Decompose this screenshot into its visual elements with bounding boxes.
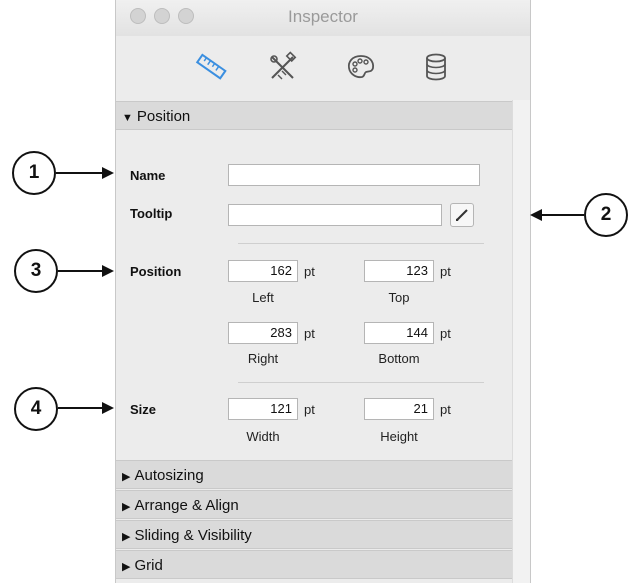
ruler-icon bbox=[195, 53, 227, 80]
divider bbox=[238, 382, 484, 383]
width-caption: Width bbox=[246, 429, 280, 444]
tooltip-label: Tooltip bbox=[130, 206, 173, 221]
disclosure-right-icon: ▶ bbox=[122, 531, 131, 543]
section-autosizing-header[interactable]: ▶ Autosizing bbox=[116, 460, 512, 489]
size-label: Size bbox=[130, 402, 157, 417]
section-position-label: Position bbox=[136, 108, 191, 125]
title-bar: Inspector bbox=[116, 0, 530, 36]
disclosure-right-icon: ▶ bbox=[122, 471, 131, 483]
section-arrange-label: Arrange & Align bbox=[134, 497, 239, 514]
tab-appearance-inspector[interactable] bbox=[344, 50, 378, 84]
bottom-unit: pt bbox=[440, 326, 451, 341]
height-unit: pt bbox=[440, 402, 451, 417]
top-caption: Top bbox=[388, 290, 410, 305]
inspector-content: ▼ Position Name Tooltip Position 162 pt L… bbox=[116, 100, 512, 583]
name-label: Name bbox=[130, 168, 166, 183]
tooltip-edit-button[interactable] bbox=[450, 203, 474, 227]
callout-3-arrow bbox=[58, 265, 114, 277]
bottom-field[interactable]: 144 bbox=[364, 322, 434, 344]
section-autosizing-label: Autosizing bbox=[134, 467, 204, 484]
section-position-header[interactable]: ▼ Position bbox=[116, 101, 512, 130]
callout-1: 1 bbox=[12, 151, 56, 195]
callout-2: 2 bbox=[584, 193, 628, 237]
disclosure-right-icon: ▶ bbox=[122, 561, 131, 573]
callout-3: 3 bbox=[14, 249, 58, 293]
section-grid-header[interactable]: ▶ Grid bbox=[116, 550, 512, 579]
width-field[interactable]: 121 bbox=[228, 398, 298, 420]
right-unit: pt bbox=[304, 326, 315, 341]
bottom-caption: Bottom bbox=[378, 351, 420, 366]
palette-icon bbox=[347, 55, 374, 79]
top-unit: pt bbox=[440, 264, 451, 279]
disclosure-down-icon: ▼ bbox=[122, 112, 133, 124]
width-unit: pt bbox=[304, 402, 315, 417]
inspector-toolbar bbox=[116, 36, 530, 101]
tab-attributes-inspector[interactable] bbox=[266, 50, 300, 84]
top-field[interactable]: 123 bbox=[364, 260, 434, 282]
tools-icon bbox=[270, 51, 297, 80]
window-title: Inspector bbox=[288, 7, 358, 26]
section-grid-label: Grid bbox=[134, 557, 163, 574]
tab-size-inspector[interactable] bbox=[194, 50, 228, 84]
section-arrange-header[interactable]: ▶ Arrange & Align bbox=[116, 490, 512, 519]
tab-data-inspector[interactable] bbox=[419, 50, 453, 84]
inspector-window: Inspector ▼ Position Name Tooltip Positi… bbox=[115, 0, 531, 583]
database-icon bbox=[426, 53, 446, 81]
right-field[interactable]: 283 bbox=[228, 322, 298, 344]
tooltip-field[interactable] bbox=[228, 204, 442, 226]
callout-2-arrow bbox=[530, 209, 584, 221]
position-label: Position bbox=[130, 264, 182, 279]
callout-4-arrow bbox=[58, 402, 114, 414]
height-field[interactable]: 21 bbox=[364, 398, 434, 420]
section-sliding-label: Sliding & Visibility bbox=[134, 527, 252, 544]
left-field[interactable]: 162 bbox=[228, 260, 298, 282]
disclosure-right-icon: ▶ bbox=[122, 501, 131, 513]
right-caption: Right bbox=[247, 351, 279, 366]
callout-4: 4 bbox=[14, 387, 58, 431]
pencil-icon bbox=[456, 209, 468, 221]
left-caption: Left bbox=[252, 290, 274, 305]
divider bbox=[238, 243, 484, 244]
section-sliding-header[interactable]: ▶ Sliding & Visibility bbox=[116, 520, 512, 549]
name-field[interactable] bbox=[228, 164, 480, 186]
scrollbar-track[interactable] bbox=[512, 100, 530, 583]
callout-1-arrow bbox=[56, 167, 114, 179]
height-caption: Height bbox=[380, 429, 418, 444]
left-unit: pt bbox=[304, 264, 315, 279]
